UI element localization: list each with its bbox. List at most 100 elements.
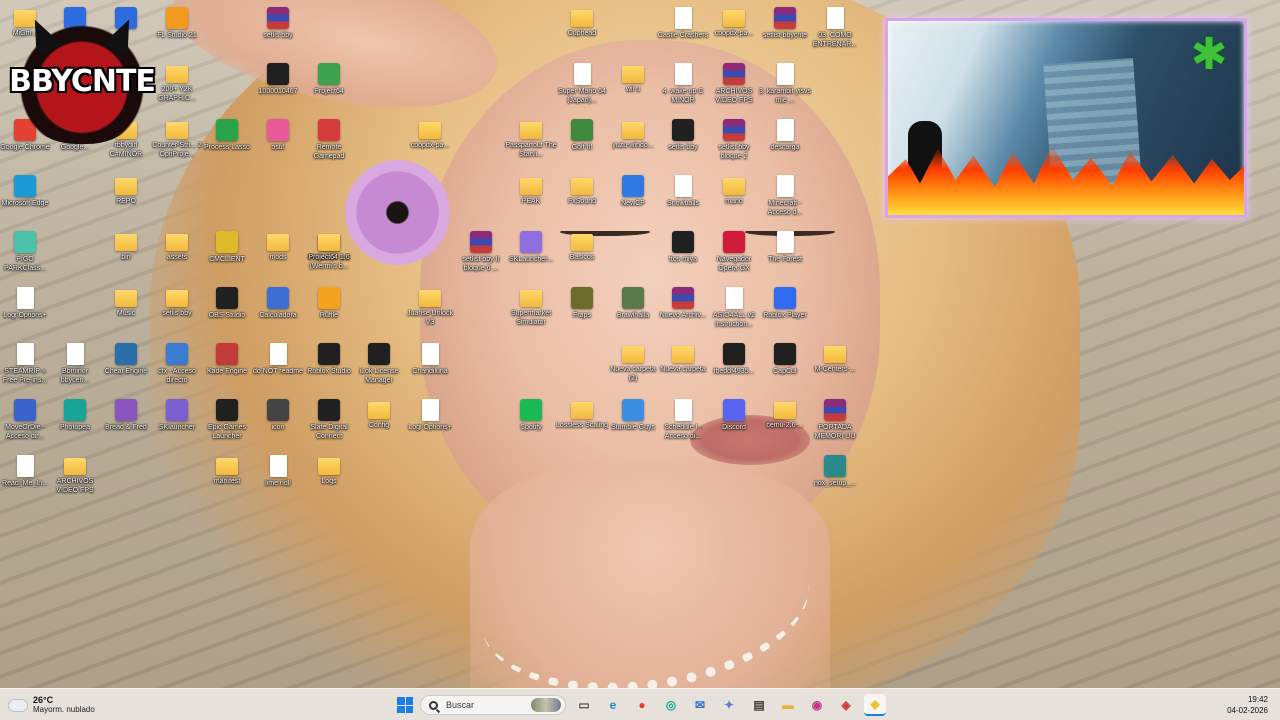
taskbar-search[interactable]: Buscar (420, 695, 566, 715)
desktop-icon[interactable]: Calculadora (251, 284, 305, 338)
desktop-icon[interactable]: FL Studio 21 (150, 4, 204, 58)
desktop-icon[interactable]: Super Mario 64 (Japan)... (555, 60, 609, 114)
desktop-icon[interactable]: Photopea (48, 396, 102, 450)
taskbar-app-button[interactable]: ◉ (806, 694, 828, 716)
desktop-icon[interactable]: Roblox Studio (302, 340, 356, 394)
desktop-icon[interactable]: mods (251, 228, 305, 282)
desktop-icon[interactable]: Navegador Opera GX (707, 228, 761, 282)
desktop-icon[interactable]: 4. wake up C MINOR (656, 60, 710, 114)
desktop-icon[interactable]: OBS Studio (200, 284, 254, 338)
desktop-icon[interactable]: Spotify (504, 396, 558, 450)
desktop-icon[interactable]: CapCut (758, 340, 812, 394)
desktop-icon[interactable]: Slate Digital Connect (302, 396, 356, 450)
desktop-icon[interactable]: nox_setup_... (808, 452, 862, 506)
desktop-icon[interactable]: FxSound (555, 172, 609, 226)
desktop-icon[interactable]: Epic Games Launcher (200, 396, 254, 450)
desktop-icon[interactable]: Bread & Fred (99, 396, 153, 450)
desktop-icon[interactable]: Castle Crashers (656, 4, 710, 58)
desktop-icon[interactable]: icon (251, 396, 305, 450)
desktop-icon[interactable]: Ruffle (302, 284, 356, 338)
desktop-icon[interactable]: Nuevo Archiv... (656, 284, 710, 338)
desktop-icon[interactable]: 200+ Y2K GRAPHIC... (150, 60, 204, 114)
desktop-icon[interactable]: mano (707, 172, 761, 226)
desktop-icon[interactable]: setlis bby (150, 284, 204, 338)
desktop-icon[interactable]: ASIO4ALL v2 Instruction... (707, 284, 761, 338)
desktop-icon[interactable]: setlis bby (251, 4, 305, 58)
desktop-icon[interactable]: PEAK (504, 172, 558, 226)
desktop-icon[interactable]: Kade Engine (200, 340, 254, 394)
desktop-icon[interactable]: iLok License Manager (352, 340, 406, 394)
desktop-icon[interactable]: setlis bby (656, 116, 710, 170)
desktop-icon[interactable]: manifest (200, 452, 254, 506)
desktop-icon[interactable]: do NOT readme (251, 340, 305, 394)
desktop-icon[interactable]: Nueva carpeta (656, 340, 710, 394)
desktop-icon[interactable]: setlist bbycnte (758, 4, 812, 58)
desktop-icon[interactable]: Stumble Guys (606, 396, 660, 450)
desktop-icon[interactable]: Remote Gamepad (302, 116, 356, 170)
desktop-icon[interactable]: Config (352, 396, 406, 450)
taskbar-app-button[interactable]: ✉ (689, 694, 711, 716)
desktop-icon[interactable]: coopdx-pa... (707, 4, 761, 58)
desktop-icon[interactable]: Nueva carpeta (2) (606, 340, 660, 394)
desktop-icon[interactable]: setlist bby II bloque 6 ... (454, 228, 508, 282)
desktop-icon[interactable]: Chandiluna (403, 340, 457, 394)
weather-widget[interactable]: 26°C Mayorm. nublado (8, 693, 95, 717)
taskbar-app-button[interactable]: ◆ (864, 694, 886, 716)
desktop-icon[interactable]: ARCHIVOS VIDEO FPS (48, 452, 102, 506)
taskbar-app-button[interactable]: ✦ (718, 694, 740, 716)
desktop-icon[interactable]: lime.ndll (251, 452, 305, 506)
desktop-icon[interactable]: setlist bby bloque 2 (707, 116, 761, 170)
desktop-icon[interactable]: Passpartout The Starvi... (504, 116, 558, 170)
desktop-icon[interactable]: CMCLIENT (200, 228, 254, 282)
desktop-icon[interactable]: PIGO PARKClass... (0, 228, 52, 282)
bbycnte-logo[interactable]: BBYCNTE (9, 13, 156, 144)
desktop-icon[interactable]: Snowballs (656, 172, 710, 226)
desktop-icon[interactable]: MoveOrDie - Acceso dir... (0, 396, 52, 450)
desktop-icon[interactable]: Bbminor bbycen... (48, 340, 102, 394)
desktop-icon[interactable]: Brawlhalla (606, 284, 660, 338)
taskbar-app-button[interactable]: ▭ (573, 694, 595, 716)
desktop-icon[interactable]: osu! (251, 116, 305, 170)
desktop-icon[interactable]: Basicos (555, 228, 609, 282)
taskbar-app-button[interactable]: ▤ (748, 694, 770, 716)
desktop-icon[interactable]: STEAMRIP » Free Pre-ins... (0, 340, 52, 394)
desktop-icon[interactable]: yuzu-windo... (606, 116, 660, 170)
desktop-icon[interactable]: SKLauncher... (504, 228, 558, 282)
desktop-icon[interactable]: Microsoft Edge (0, 172, 52, 226)
desktop-icon[interactable]: assets (150, 228, 204, 282)
desktop-icon[interactable]: Logi Options+ (0, 284, 52, 338)
desktop-icon[interactable]: Music (99, 284, 153, 338)
desktop-icon[interactable]: Discord (707, 396, 761, 450)
desktop-icon[interactable]: 3. karambit yisvs mie ... (758, 60, 812, 114)
desktop-icon[interactable]: Read_Me_In... (0, 452, 52, 506)
start-button[interactable] (394, 694, 416, 716)
desktop-icon[interactable]: Counter-Stri... 2 OptiProje... (150, 116, 204, 170)
taskbar-app-button[interactable]: e (602, 694, 624, 716)
desktop-icon[interactable]: M-Centers-... (808, 340, 862, 394)
desktop-icon[interactable]: Minecraft - Acceso d... (758, 172, 812, 226)
desktop-icon[interactable]: Logi Options+ (403, 396, 457, 450)
desktop-icon[interactable]: REPO (99, 172, 153, 226)
taskbar-app-button[interactable]: ● (631, 694, 653, 716)
desktop-icon[interactable]: cemu-2.6-... (758, 396, 812, 450)
desktop-icon[interactable]: The Forest (758, 228, 812, 282)
video-overlay-window[interactable]: ✱ (885, 18, 1247, 218)
desktop-icon[interactable]: 03. COMO ENTRENAR... (808, 4, 862, 58)
desktop-icon[interactable]: fbeddf4935... (707, 340, 761, 394)
desktop-icon[interactable]: ftos miya (656, 228, 710, 282)
desktop-icon[interactable]: Roblox Player (758, 284, 812, 338)
desktop-icon[interactable]: Juanse Unlock V3 (403, 284, 457, 338)
desktop-icon[interactable]: Process Lasso (200, 116, 254, 170)
desktop-icon[interactable]: Project64 1.6 (302, 228, 356, 282)
desktop-icon[interactable]: Golf It! (555, 116, 609, 170)
desktop-icon[interactable]: ARCHIVOS VIDEO FPS (707, 60, 761, 114)
taskbar-app-button[interactable]: ◈ (835, 694, 857, 716)
desktop-icon[interactable]: wii u (606, 60, 660, 114)
desktop-icon[interactable]: cfx - Acceso directo (150, 340, 204, 394)
desktop-icon[interactable]: Lossless Scaling (555, 396, 609, 450)
desktop-icon[interactable]: NewCP (606, 172, 660, 226)
desktop-icon[interactable]: Supermarket Simulator (504, 284, 558, 338)
desktop-icon[interactable]: PORTADA MEMORI UU (808, 396, 862, 450)
desktop-icon[interactable]: Fraps (555, 284, 609, 338)
desktop-icon[interactable]: bin (99, 228, 153, 282)
